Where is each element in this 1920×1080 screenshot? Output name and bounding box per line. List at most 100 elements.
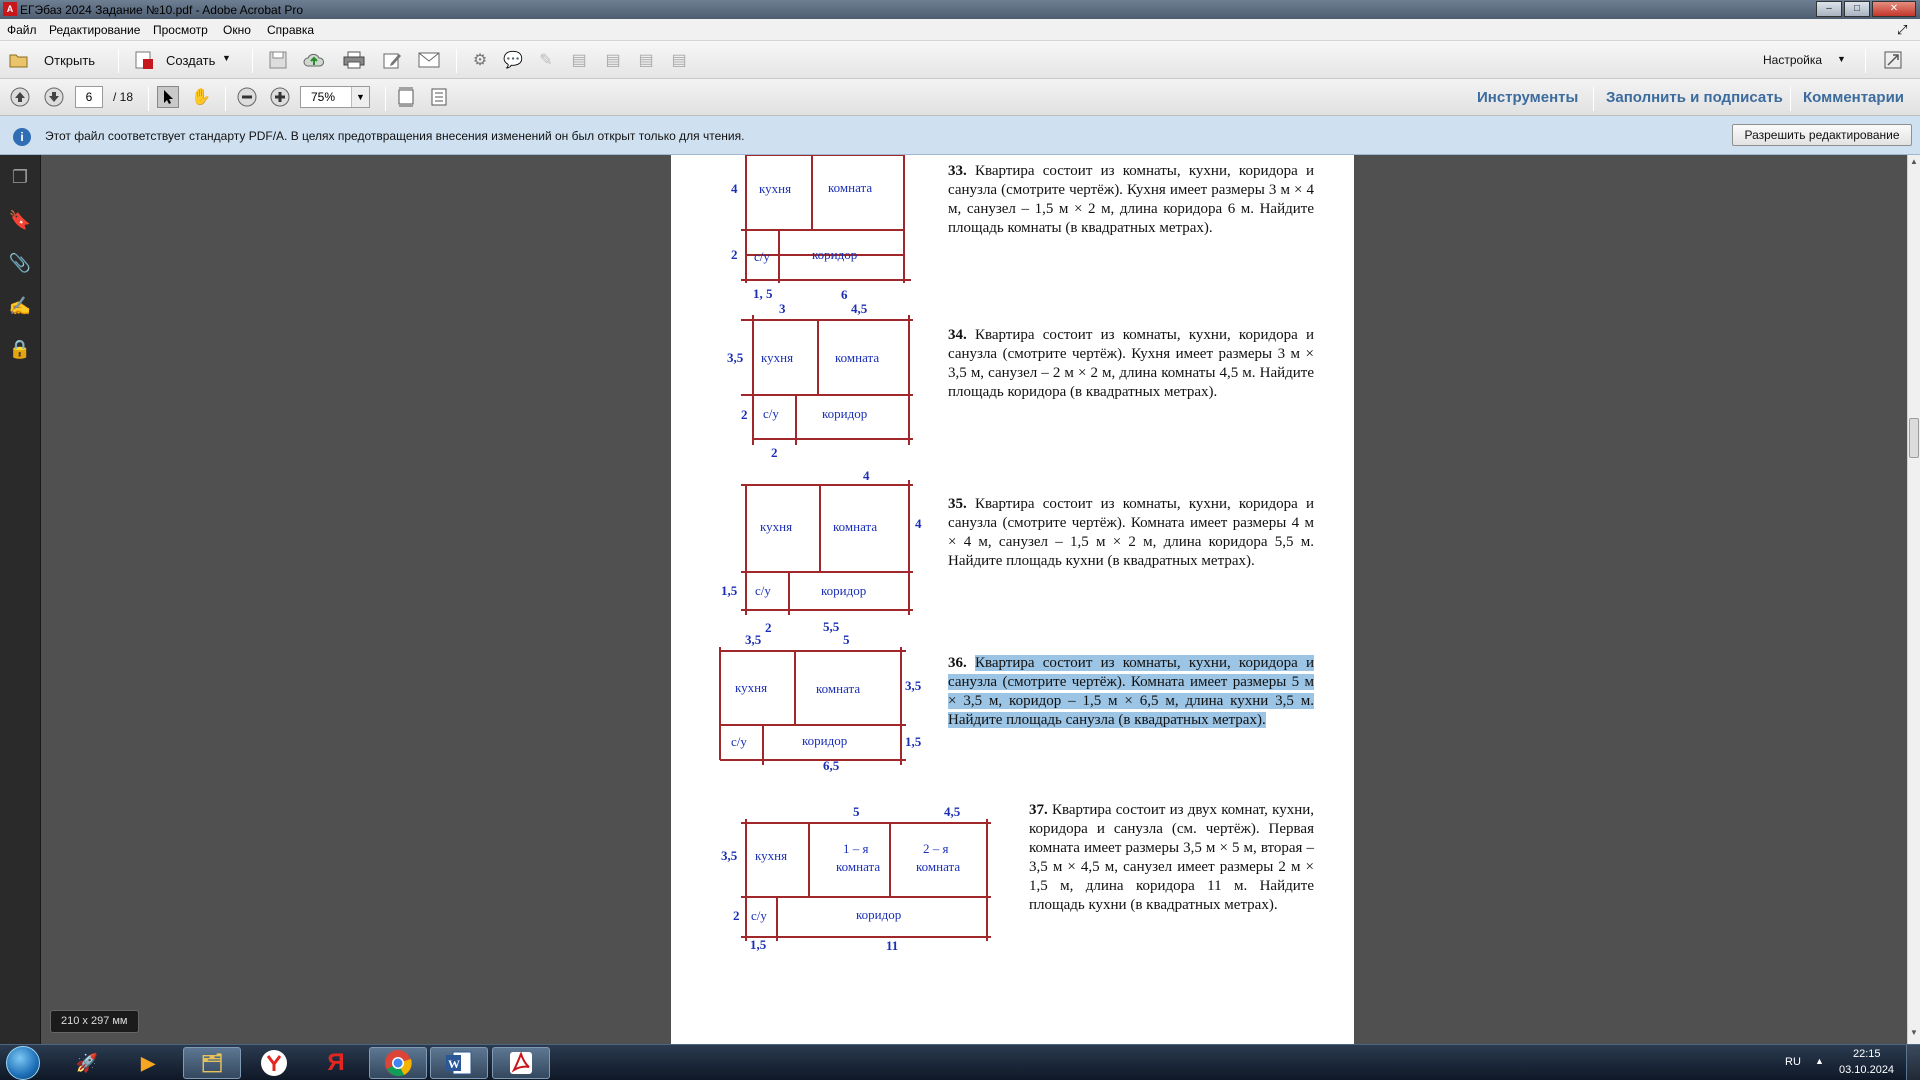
- fullscreen-icon[interactable]: [1882, 49, 1904, 71]
- maximize-button[interactable]: □: [1844, 1, 1870, 17]
- create-pdf-icon[interactable]: [133, 49, 155, 71]
- settings-button[interactable]: Настройка: [1763, 53, 1822, 67]
- security-icon[interactable]: 🔒: [8, 337, 32, 361]
- task-35: 35. Квартира состоит из комнаты, кухни, …: [948, 496, 1314, 569]
- bookmark-icon[interactable]: 🔖: [8, 208, 32, 232]
- dim-label: 6,5: [823, 758, 840, 773]
- language-indicator[interactable]: RU: [1785, 1056, 1801, 1068]
- vertical-scrollbar[interactable]: ▲ ▼: [1907, 155, 1920, 1044]
- chevron-down-icon[interactable]: ▼: [222, 53, 231, 63]
- corridor-label: коридор: [821, 583, 866, 598]
- select-tool-icon[interactable]: [157, 86, 179, 108]
- edit-icon[interactable]: [382, 49, 404, 71]
- task-33: 33. Квартира состоит из комнаты, кухни, …: [948, 163, 1314, 236]
- zoom-out-icon[interactable]: [236, 86, 258, 108]
- next-page-icon[interactable]: [43, 86, 65, 108]
- pdfa-info-bar: i Этот файл соответствует стандарту PDF/…: [0, 116, 1920, 155]
- scroll-up-icon[interactable]: ▲: [1908, 157, 1920, 171]
- navigation-toolbar: 6 / 18 ✋ 75% ▼ Инструменты Заполнить и по…: [0, 79, 1920, 116]
- expand-icon[interactable]: ⤢: [1897, 22, 1907, 38]
- scroll-thumb[interactable]: [1909, 418, 1919, 458]
- taskbar: 🚀 ▶ 🗂 Я W RU ▲ 22:15 03.10.2024: [0, 1044, 1920, 1080]
- room-2-sub-label: комната: [916, 859, 960, 874]
- fill-sign-tab[interactable]: Заполнить и подписать: [1606, 89, 1783, 106]
- dim-label: 2: [765, 620, 772, 635]
- zoom-select[interactable]: 75% ▼: [300, 86, 370, 108]
- comments-tab[interactable]: Комментарии: [1803, 89, 1904, 106]
- page-number-input[interactable]: 6: [75, 86, 103, 108]
- media-player-icon[interactable]: ▶: [119, 1047, 177, 1079]
- attachment-icon[interactable]: 📎: [8, 251, 32, 275]
- wc-label: с/у: [754, 249, 770, 264]
- menu-window[interactable]: Окно: [223, 23, 251, 37]
- dim-label: 5: [843, 632, 850, 647]
- dim-label: 11: [886, 938, 898, 953]
- page-thumbnails-icon[interactable]: ❐: [8, 165, 32, 189]
- fit-width-icon[interactable]: [428, 86, 450, 108]
- tray-expand-icon[interactable]: ▲: [1815, 1056, 1824, 1066]
- room-1-label: 1 – я: [843, 841, 869, 856]
- file-explorer-icon[interactable]: 🗂: [183, 1047, 241, 1079]
- chrome-icon[interactable]: [369, 1047, 427, 1079]
- menu-view[interactable]: Просмотр: [153, 23, 208, 37]
- rocket-app-icon[interactable]: 🚀: [58, 1047, 116, 1079]
- enable-editing-button[interactable]: Разрешить редактирование: [1732, 124, 1912, 146]
- gear-icon[interactable]: ⚙: [469, 49, 491, 71]
- chevron-down-icon[interactable]: ▼: [1837, 54, 1846, 64]
- page-total: / 18: [113, 90, 134, 104]
- svg-text:W: W: [448, 1057, 460, 1071]
- zoom-in-icon[interactable]: [269, 86, 291, 108]
- print-icon[interactable]: [343, 49, 365, 71]
- corridor-label: коридор: [812, 247, 857, 262]
- minimize-button[interactable]: –: [1816, 1, 1842, 17]
- save-icon[interactable]: [267, 49, 289, 71]
- dim-label: 2: [771, 445, 778, 460]
- room-label: комната: [816, 681, 860, 696]
- window-title: ЕГЭбаз 2024 Задание №10.pdf - Adobe Acro…: [20, 3, 304, 17]
- upload-cloud-icon[interactable]: [303, 49, 325, 71]
- pdf-page[interactable]: кухня комната с/у коридор 4 2 1, 5 6 3 4…: [671, 155, 1354, 1044]
- folder-icon[interactable]: [8, 49, 30, 71]
- signature-icon[interactable]: ✍: [8, 294, 32, 318]
- hand-tool-icon[interactable]: ✋: [190, 86, 212, 108]
- menu-help[interactable]: Справка: [267, 23, 314, 37]
- dim-label: 4: [915, 516, 922, 531]
- corridor-label: коридор: [856, 907, 901, 922]
- chevron-down-icon[interactable]: ▼: [351, 87, 369, 107]
- task-34: 34. Квартира состоит из комнаты, кухни, …: [948, 327, 1314, 400]
- navigation-panel: ❐ 🔖 📎 ✍ 🔒: [0, 155, 41, 1044]
- close-button[interactable]: ✕: [1872, 1, 1916, 17]
- fit-page-icon[interactable]: [395, 86, 417, 108]
- acrobat-taskbar-icon[interactable]: [492, 1047, 550, 1079]
- start-button[interactable]: [6, 1046, 40, 1080]
- yandex-browser-icon[interactable]: [245, 1047, 303, 1079]
- show-desktop-button[interactable]: [1906, 1045, 1920, 1080]
- tools-tab[interactable]: Инструменты: [1477, 89, 1578, 106]
- clock-date[interactable]: 03.10.2024: [1839, 1064, 1894, 1076]
- previous-page-icon[interactable]: [9, 86, 31, 108]
- acrobat-icon: A: [3, 2, 17, 16]
- wc-label: с/у: [763, 406, 779, 421]
- highlight-comment-icon: ✎: [539, 52, 553, 69]
- room-label: комната: [835, 350, 879, 365]
- clock-time[interactable]: 22:15: [1853, 1048, 1881, 1060]
- menu-file[interactable]: Файл: [7, 23, 37, 37]
- kitchen-label: кухня: [755, 848, 787, 863]
- create-button[interactable]: Создать: [166, 53, 215, 68]
- word-icon[interactable]: W: [430, 1047, 488, 1079]
- comment-icon: 💬: [503, 52, 523, 69]
- page-size-tooltip: 210 x 297 мм: [50, 1010, 139, 1033]
- doc-action-3-icon: ▤: [638, 52, 654, 69]
- wc-label: с/у: [731, 734, 747, 749]
- menu-edit[interactable]: Редактирование: [49, 23, 140, 37]
- scroll-down-icon[interactable]: ▼: [1908, 1028, 1920, 1042]
- document-area[interactable]: кухня комната с/у коридор 4 2 1, 5 6 3 4…: [41, 155, 1907, 1044]
- dim-label: 3,5: [727, 350, 744, 365]
- open-button[interactable]: Открыть: [44, 53, 95, 68]
- yandex-icon[interactable]: Я: [307, 1047, 365, 1079]
- mail-icon[interactable]: [418, 49, 440, 71]
- doc-action-4-icon: ▤: [671, 52, 687, 69]
- dim-label: 2: [741, 407, 748, 422]
- selected-text[interactable]: Квартира состоит из комнаты, кухни, кори…: [948, 655, 1314, 728]
- task-36: 36. Квартира состоит из комнаты, кухни, …: [948, 655, 1314, 728]
